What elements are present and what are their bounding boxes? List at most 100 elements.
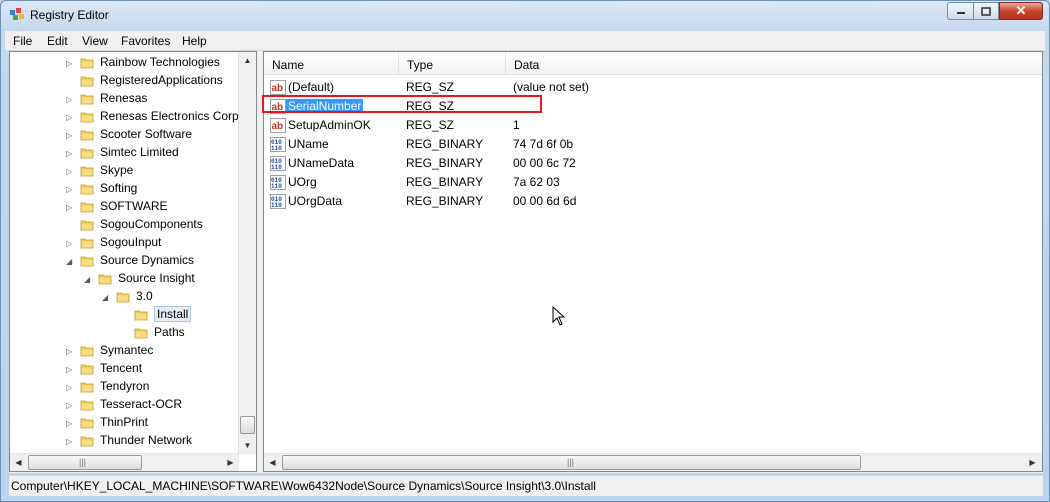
tree-item-label: SOFTWARE [100, 199, 168, 213]
tree-item[interactable]: ▷ Scooter Software [10, 126, 240, 144]
tree-item-label: Tendyron [100, 379, 150, 393]
tree-item[interactable]: ▷ ThinPrint [10, 414, 240, 432]
tree-item[interactable]: ▷ Tencent [10, 360, 240, 378]
value-type: REG_SZ [406, 80, 455, 94]
folder-icon [80, 112, 94, 123]
tree-item[interactable]: ◢ Source Dynamics [10, 252, 240, 270]
folder-icon [134, 328, 148, 339]
menu-edit[interactable]: Edit [47, 34, 68, 48]
maximize-button[interactable] [973, 2, 999, 20]
value-row[interactable]: 010 110 UName REG_BINARY 74 7d 6f 0b [264, 135, 1042, 154]
tree-item[interactable]: RegisteredApplications [10, 72, 240, 90]
tree-collapsed-arrow-icon[interactable]: ▷ [66, 203, 75, 212]
tree-item[interactable]: ▷ Renesas [10, 90, 240, 108]
column-header-data[interactable]: Data [506, 52, 656, 74]
tree-collapsed-arrow-icon[interactable]: ▷ [66, 383, 75, 392]
tree-item[interactable]: ▷ Thunder Network [10, 432, 240, 450]
tree-item[interactable]: ▷ Tesseract-OCR [10, 396, 240, 414]
value-row[interactable]: 010 110 UOrgData REG_BINARY 00 00 6d 6d [264, 192, 1042, 211]
value-row[interactable]: 010 110 UNameData REG_BINARY 00 00 6c 72 [264, 154, 1042, 173]
tree-item[interactable]: ▷ Softing [10, 180, 240, 198]
tree-collapsed-arrow-icon[interactable]: ▷ [66, 239, 75, 248]
tree-item[interactable]: ▷ Symantec [10, 342, 240, 360]
status-path: Computer\HKEY_LOCAL_MACHINE\SOFTWARE\Wow… [11, 479, 596, 493]
key-tree-pane[interactable]: ▷ Rainbow Technologies RegisteredApplicati… [9, 51, 257, 472]
tree-horizontal-scrollbar[interactable]: ◀ ||| ▶ [10, 453, 239, 471]
tree-collapsed-arrow-icon[interactable]: ▷ [66, 131, 75, 140]
scroll-right-arrow[interactable]: ▶ [222, 454, 239, 471]
tree-collapsed-arrow-icon[interactable]: ▷ [66, 365, 75, 374]
tree-collapsed-arrow-icon[interactable]: ▷ [66, 185, 75, 194]
minimize-icon [956, 12, 965, 14]
tree-item[interactable]: ▷ Rainbow Technologies [10, 54, 240, 72]
value-type: REG_BINARY [406, 137, 484, 151]
tree-vscroll-thumb[interactable] [240, 416, 255, 434]
folder-icon [80, 202, 94, 213]
tree-collapsed-arrow-icon[interactable]: ▷ [66, 59, 75, 68]
value-row[interactable]: 010 110 UOrg REG_BINARY 7a 62 03 [264, 173, 1042, 192]
folder-icon [80, 94, 94, 105]
tree-item-label: ThinPrint [100, 415, 149, 429]
value-data: 74 7d 6f 0b [513, 137, 574, 151]
tree-expanded-arrow-icon[interactable]: ◢ [84, 275, 93, 284]
tree-item[interactable]: ▷ Tendyron [10, 378, 240, 396]
tree-item-label: Tesseract-OCR [100, 397, 183, 411]
column-header-name[interactable]: Name [264, 52, 399, 74]
column-header-type[interactable]: Type [399, 52, 506, 74]
tree-item-label: Source Dynamics [100, 253, 195, 267]
minimize-button[interactable] [947, 2, 973, 20]
title-bar[interactable]: Registry Editor ✕ [1, 1, 1049, 31]
value-data: 00 00 6d 6d [513, 194, 577, 208]
tree-expanded-arrow-icon[interactable]: ◢ [66, 257, 75, 266]
value-data: 7a 62 03 [513, 175, 560, 189]
tree-item[interactable]: SogouComponents [10, 216, 240, 234]
mouse-cursor-icon [552, 306, 566, 326]
folder-icon [80, 184, 94, 195]
tree-item-label: SogouInput [100, 235, 162, 249]
tree-item[interactable]: ▷ Skype [10, 162, 240, 180]
scroll-up-arrow[interactable]: ▲ [239, 52, 256, 69]
value-data: (value not set) [513, 80, 590, 94]
tree-collapsed-arrow-icon[interactable]: ▷ [66, 149, 75, 158]
tree-item[interactable]: Paths [10, 324, 240, 342]
tree-collapsed-arrow-icon[interactable]: ▷ [66, 437, 75, 446]
tree-item[interactable]: Install [10, 306, 240, 324]
tree-collapsed-arrow-icon[interactable]: ▷ [66, 113, 75, 122]
tree-vertical-scrollbar[interactable]: ▲ ▼ [238, 52, 256, 454]
tree-item-label: Tencent [100, 361, 143, 375]
tree-collapsed-arrow-icon[interactable]: ▷ [66, 95, 75, 104]
tree-item-label: Renesas [100, 91, 148, 105]
tree-item[interactable]: ▷ SogouInput [10, 234, 240, 252]
tree-collapsed-arrow-icon[interactable]: ▷ [66, 347, 75, 356]
tree-item[interactable]: ▷ Renesas Electronics Corpor [10, 108, 249, 126]
tree-item[interactable]: ◢ 3.0 [10, 288, 240, 306]
folder-icon [80, 382, 94, 393]
list-hscroll-thumb[interactable]: ||| [282, 455, 861, 470]
tree-collapsed-arrow-icon[interactable]: ▷ [66, 167, 75, 176]
menu-help[interactable]: Help [182, 34, 207, 48]
binary-value-icon: 010110 [270, 156, 286, 171]
tree-item[interactable]: ▷ Simtec Limited [10, 144, 240, 162]
tree-item[interactable]: ▷ SOFTWARE [10, 198, 240, 216]
scroll-left-arrow[interactable]: ◀ [264, 454, 281, 471]
tree-item-label: Thunder Network [100, 433, 193, 447]
value-type: REG_SZ [406, 118, 455, 132]
tree-expanded-arrow-icon[interactable]: ◢ [102, 293, 111, 302]
menu-file[interactable]: File [13, 34, 32, 48]
menu-view[interactable]: View [82, 34, 108, 48]
tree-collapsed-arrow-icon[interactable]: ▷ [66, 401, 75, 410]
tree-item-label: Install [154, 306, 192, 322]
value-row[interactable]: ab SetupAdminOK REG_SZ 1 [264, 116, 1042, 135]
scroll-left-arrow[interactable]: ◀ [10, 454, 27, 471]
list-horizontal-scrollbar[interactable]: ◀ ||| ▶ [264, 453, 1042, 471]
tree-collapsed-arrow-icon[interactable]: ▷ [66, 419, 75, 428]
scroll-right-arrow[interactable]: ▶ [1024, 454, 1041, 471]
values-list-pane[interactable]: Name Type Data ab (Default) REG_SZ (value n… [263, 51, 1043, 472]
tree-hscroll-thumb[interactable]: ||| [28, 455, 142, 470]
scroll-down-arrow[interactable]: ▼ [239, 437, 256, 454]
close-button[interactable]: ✕ [999, 2, 1043, 20]
folder-icon [80, 220, 94, 231]
tree-item[interactable]: ◢ Source Insight [10, 270, 240, 288]
binary-value-icon: 010110 [270, 194, 286, 209]
menu-favorites[interactable]: Favorites [121, 34, 170, 48]
